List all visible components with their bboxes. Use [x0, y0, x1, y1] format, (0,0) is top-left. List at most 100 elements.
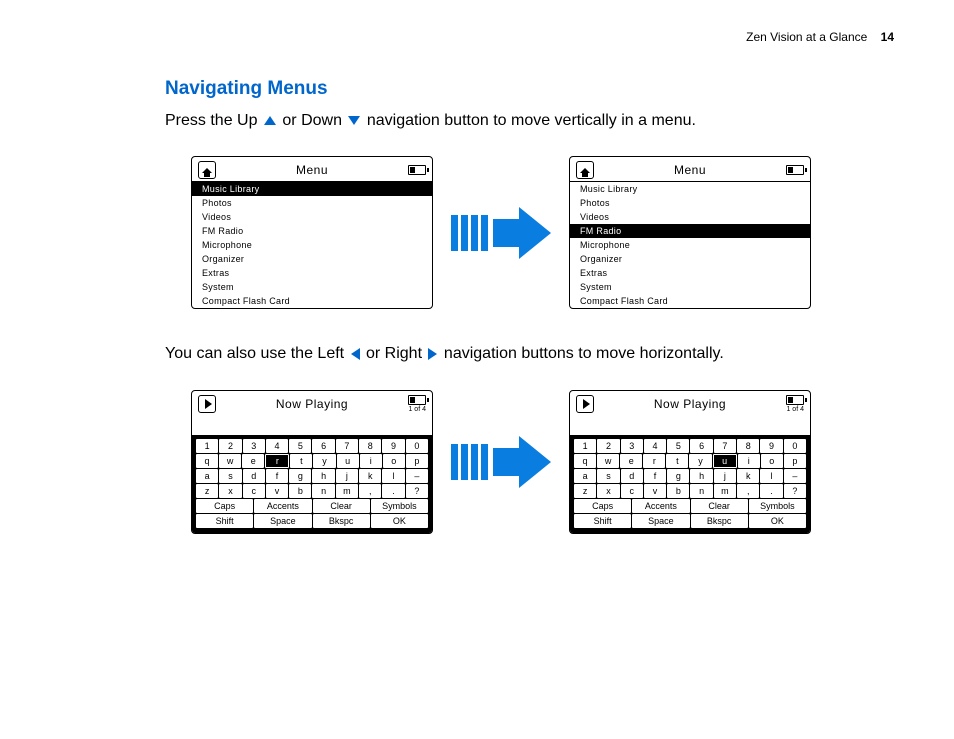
key[interactable]: n: [690, 484, 712, 498]
menu-item[interactable]: Music Library: [570, 182, 810, 196]
key-caps[interactable]: Caps: [574, 499, 631, 513]
key[interactable]: h: [312, 469, 334, 483]
key[interactable]: a: [574, 469, 596, 483]
key[interactable]: e: [620, 454, 642, 468]
menu-item[interactable]: Videos: [192, 210, 432, 224]
key[interactable]: k: [737, 469, 759, 483]
key[interactable]: g: [667, 469, 689, 483]
menu-item[interactable]: Music Library: [192, 182, 432, 196]
key[interactable]: 1: [196, 439, 218, 453]
key[interactable]: w: [219, 454, 241, 468]
menu-item[interactable]: Extras: [192, 266, 432, 280]
key[interactable]: i: [360, 454, 382, 468]
key-accents[interactable]: Accents: [632, 499, 689, 513]
key[interactable]: r: [265, 454, 289, 468]
key[interactable]: t: [290, 454, 312, 468]
key[interactable]: 7: [714, 439, 736, 453]
key-space[interactable]: Space: [632, 514, 689, 528]
key[interactable]: q: [574, 454, 596, 468]
key[interactable]: r: [643, 454, 665, 468]
key[interactable]: o: [383, 454, 405, 468]
key[interactable]: l: [760, 469, 782, 483]
key[interactable]: –: [406, 469, 428, 483]
menu-item[interactable]: System: [192, 280, 432, 294]
key-ok[interactable]: OK: [749, 514, 806, 528]
key[interactable]: u: [713, 454, 737, 468]
key-accents[interactable]: Accents: [254, 499, 311, 513]
key[interactable]: m: [714, 484, 736, 498]
key[interactable]: i: [738, 454, 760, 468]
menu-item[interactable]: Compact Flash Card: [570, 294, 810, 308]
key[interactable]: h: [690, 469, 712, 483]
menu-item[interactable]: Photos: [192, 196, 432, 210]
menu-item[interactable]: System: [570, 280, 810, 294]
menu-item[interactable]: Microphone: [192, 238, 432, 252]
key[interactable]: v: [266, 484, 288, 498]
key[interactable]: n: [312, 484, 334, 498]
key[interactable]: 4: [266, 439, 288, 453]
key[interactable]: 0: [784, 439, 806, 453]
key[interactable]: .: [760, 484, 782, 498]
key[interactable]: z: [196, 484, 218, 498]
key[interactable]: u: [337, 454, 359, 468]
key[interactable]: d: [621, 469, 643, 483]
key-bkspc[interactable]: Bkspc: [313, 514, 370, 528]
menu-item[interactable]: FM Radio: [570, 224, 810, 238]
key[interactable]: y: [689, 454, 711, 468]
key[interactable]: 2: [597, 439, 619, 453]
key[interactable]: s: [219, 469, 241, 483]
key-clear[interactable]: Clear: [691, 499, 748, 513]
key[interactable]: v: [644, 484, 666, 498]
key-ok[interactable]: OK: [371, 514, 428, 528]
key[interactable]: t: [666, 454, 688, 468]
menu-item[interactable]: FM Radio: [192, 224, 432, 238]
key[interactable]: ,: [359, 484, 381, 498]
key[interactable]: p: [406, 454, 428, 468]
menu-item[interactable]: Compact Flash Card: [192, 294, 432, 308]
key-shift[interactable]: Shift: [574, 514, 631, 528]
key[interactable]: d: [243, 469, 265, 483]
key[interactable]: 7: [336, 439, 358, 453]
menu-item[interactable]: Photos: [570, 196, 810, 210]
key[interactable]: 9: [760, 439, 782, 453]
key[interactable]: ?: [406, 484, 428, 498]
menu-item[interactable]: Microphone: [570, 238, 810, 252]
key[interactable]: c: [243, 484, 265, 498]
key[interactable]: k: [359, 469, 381, 483]
key[interactable]: p: [784, 454, 806, 468]
key-clear[interactable]: Clear: [313, 499, 370, 513]
menu-item[interactable]: Organizer: [192, 252, 432, 266]
key[interactable]: f: [644, 469, 666, 483]
key[interactable]: c: [621, 484, 643, 498]
menu-item[interactable]: Videos: [570, 210, 810, 224]
key[interactable]: m: [336, 484, 358, 498]
key-bkspc[interactable]: Bkspc: [691, 514, 748, 528]
key[interactable]: 0: [406, 439, 428, 453]
key[interactable]: l: [382, 469, 404, 483]
key[interactable]: x: [597, 484, 619, 498]
key[interactable]: 8: [359, 439, 381, 453]
key[interactable]: b: [289, 484, 311, 498]
key[interactable]: g: [289, 469, 311, 483]
key[interactable]: y: [313, 454, 335, 468]
menu-item[interactable]: Extras: [570, 266, 810, 280]
key[interactable]: o: [761, 454, 783, 468]
key[interactable]: 4: [644, 439, 666, 453]
key[interactable]: 5: [667, 439, 689, 453]
key[interactable]: .: [382, 484, 404, 498]
key[interactable]: e: [242, 454, 264, 468]
menu-item[interactable]: Organizer: [570, 252, 810, 266]
key[interactable]: ,: [737, 484, 759, 498]
key-symbols[interactable]: Symbols: [371, 499, 428, 513]
key[interactable]: x: [219, 484, 241, 498]
key[interactable]: 2: [219, 439, 241, 453]
key[interactable]: a: [196, 469, 218, 483]
key[interactable]: f: [266, 469, 288, 483]
key[interactable]: 3: [621, 439, 643, 453]
key[interactable]: z: [574, 484, 596, 498]
key-space[interactable]: Space: [254, 514, 311, 528]
key[interactable]: 6: [690, 439, 712, 453]
key[interactable]: ?: [784, 484, 806, 498]
key[interactable]: b: [667, 484, 689, 498]
key-caps[interactable]: Caps: [196, 499, 253, 513]
